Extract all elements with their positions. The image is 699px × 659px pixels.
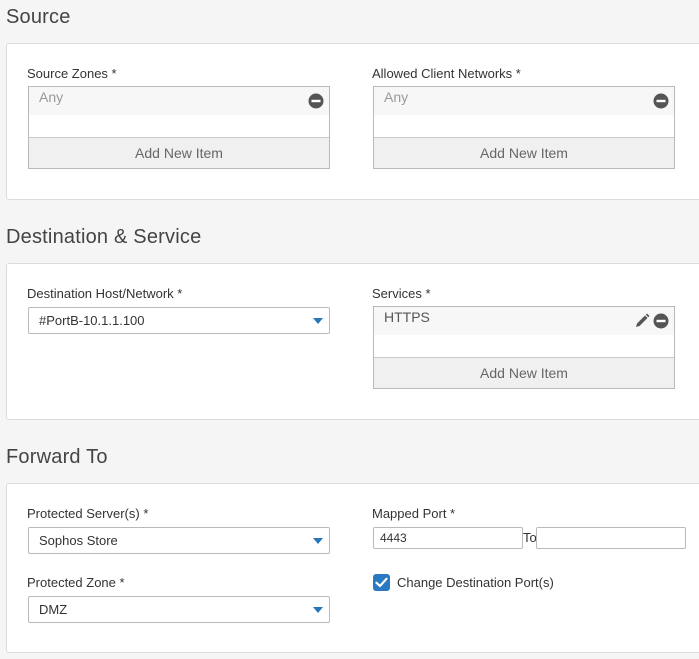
destination-panel: Destination Host/Network * #PortB-10.1.1… xyxy=(6,263,699,420)
change-port-checkbox[interactable] xyxy=(373,574,390,591)
services-label: Services * xyxy=(372,286,431,301)
mapped-port-label: Mapped Port * xyxy=(372,506,456,521)
protected-server-select[interactable]: Sophos Store xyxy=(28,527,330,554)
check-icon xyxy=(375,577,388,588)
chevron-down-icon xyxy=(313,538,323,544)
forward-section-title: Forward To xyxy=(6,446,108,468)
change-port-label: Change Destination Port(s) xyxy=(397,575,554,590)
destination-section-title: Destination & Service xyxy=(6,226,202,248)
list-item: Any xyxy=(374,87,674,115)
list-item: HTTPS xyxy=(374,307,674,335)
allowed-networks-list: Any Add New Item xyxy=(373,86,675,169)
chevron-down-icon xyxy=(313,318,323,324)
remove-icon[interactable] xyxy=(653,313,669,329)
allowed-networks-item: Any xyxy=(384,89,409,105)
chevron-down-icon xyxy=(313,607,323,613)
services-item: HTTPS xyxy=(384,309,430,325)
source-zones-item: Any xyxy=(39,89,64,105)
allowed-networks-label: Allowed Client Networks * xyxy=(372,66,521,81)
protected-zone-value: DMZ xyxy=(39,602,68,617)
source-zones-list: Any Add New Item xyxy=(28,86,330,169)
add-service-button[interactable]: Add New Item xyxy=(374,357,674,388)
protected-zone-label: Protected Zone * xyxy=(27,575,125,590)
protected-server-value: Sophos Store xyxy=(39,533,118,548)
add-source-zone-button[interactable]: Add New Item xyxy=(29,137,329,168)
destination-host-value: #PortB-10.1.1.100 xyxy=(39,313,145,328)
remove-icon[interactable] xyxy=(653,93,669,109)
services-list: HTTPS Add New Item xyxy=(373,306,675,389)
destination-host-label: Destination Host/Network * xyxy=(27,286,183,301)
destination-host-select[interactable]: #PortB-10.1.1.100 xyxy=(28,307,330,334)
source-zones-label: Source Zones * xyxy=(27,66,117,81)
mapped-port-input[interactable]: 4443 xyxy=(373,527,523,549)
mapped-port-to-label: To xyxy=(523,530,537,545)
remove-icon[interactable] xyxy=(308,93,324,109)
source-section-title: Source xyxy=(6,6,71,28)
add-allowed-network-button[interactable]: Add New Item xyxy=(374,137,674,168)
protected-server-label: Protected Server(s) * xyxy=(27,506,149,521)
mapped-port-to-input[interactable] xyxy=(536,527,686,549)
list-item: Any xyxy=(29,87,329,115)
pencil-icon[interactable] xyxy=(634,313,650,329)
source-panel: Source Zones * Any Add New Item Allowed … xyxy=(6,43,699,200)
forward-panel: Protected Server(s) * Sophos Store Mappe… xyxy=(6,483,699,653)
protected-zone-select[interactable]: DMZ xyxy=(28,596,330,623)
